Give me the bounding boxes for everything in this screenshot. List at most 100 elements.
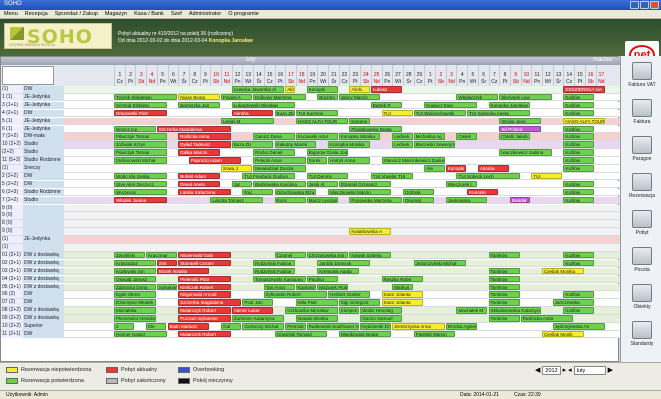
booking-bar[interactable]: Brażinn — [317, 93, 338, 101]
booking-bar[interactable]: Piotr Jan — [242, 299, 274, 306]
day-column-header[interactable]: 11 Pn — [531, 65, 542, 86]
booking-bar[interactable]: Nirgerwald Arnold — [178, 291, 231, 298]
booking-bar[interactable]: Łukaszewski Wiesław — [231, 101, 295, 109]
booking-bar[interactable]: TUI Sobecka Aneta — [467, 109, 531, 117]
booking-bar[interactable]: Pelecki Anna — [253, 157, 306, 164]
booking-bar[interactable]: Kucowski Artur — [295, 133, 338, 140]
day-column-header[interactable]: 13 Wt — [242, 65, 253, 86]
booking-bar[interactable]: HASO ALFA TOUR — [295, 117, 349, 125]
booking-bar[interactable]: Kożłów — [563, 93, 595, 101]
booking-bar[interactable]: Patelski Marcin — [413, 330, 456, 338]
booking-bar[interactable]: Kędzierski Dr — [360, 323, 392, 330]
booking-bar[interactable]: Gal — [221, 323, 242, 330]
booking-bar[interactable]: Orzychowska Elza — [274, 188, 317, 196]
booking-bar[interactable]: Machałek M — [456, 307, 488, 314]
day-column-header[interactable]: 10 Nd — [520, 65, 532, 86]
booking-bar[interactable]: Nowak Monika — [295, 315, 338, 322]
booking-bar[interactable]: Jóźwiak Krzys — [114, 141, 167, 148]
booking-bar[interactable]: Bartoszka Jan — [178, 101, 220, 109]
booking-bar[interactable]: Malarczyk Robert — [178, 330, 231, 338]
booking-bar[interactable]: Pleczewicz Henidor — [114, 315, 156, 322]
day-column-header[interactable]: 1 Cz — [114, 65, 125, 86]
day-column-header[interactable]: 3 Sb — [135, 65, 146, 86]
room-row[interactable]: (1)DW Lewicka Jaworska AlAlicja Konopki Ali… — [1, 86, 620, 94]
booking-bar[interactable]: Pietrzak — [285, 323, 306, 330]
booking-bar[interactable]: Wobc Kle Syska — [114, 172, 167, 180]
booking-bar[interactable]: Włodarczyk — [456, 93, 499, 101]
day-column-header[interactable]: 27 Wt — [392, 65, 403, 86]
booking-bar[interactable]: Marcz Lenzan — [306, 196, 338, 204]
booking-bar[interactable]: Paulina — [306, 275, 338, 283]
day-column-header[interactable]: 7 Śr — [178, 65, 189, 86]
day-column-header[interactable]: 2 Pt — [124, 65, 136, 86]
booking-bar[interactable]: Struka Jane — [499, 117, 541, 125]
booking-bar[interactable]: Kożłów — [563, 307, 595, 314]
booking-bar[interactable]: Wasikowiak Beata — [338, 330, 392, 338]
booking-bar[interactable]: KEDZIERSKA NA — [563, 86, 606, 93]
room-row[interactable]: 10 (2+2) Superior 2 Kle Bialn Mariusz Gal Gors… — [1, 323, 620, 331]
booking-bar[interactable]: Roślicka Anna — [178, 133, 231, 140]
day-column-header[interactable]: 17 Sb — [285, 65, 296, 86]
booking-bar[interactable]: Jańczewska — [552, 299, 595, 306]
day-column-header[interactable]: 13 Śr — [552, 65, 564, 86]
booking-bar[interactable]: Hatryk Anna — [328, 157, 370, 164]
day-column-header[interactable]: 18 Nd — [295, 65, 307, 86]
room-row[interactable]: 2 (2+2) DW Wobc Kle Syska Bufeld Adam TUI Fr… — [1, 172, 620, 181]
menu-item-recepcja[interactable]: Recepcja — [25, 11, 48, 17]
room-row[interactable]: 7 (2+2) DW-mała Pilarczyk Tomas Roślicka An… — [1, 133, 620, 141]
menu-item-administrator[interactable]: Administrator — [189, 11, 221, 17]
room-filter-box[interactable] — [2, 66, 54, 85]
booking-bar[interactable]: TUI Wojciechowski — [413, 109, 467, 117]
booking-bar[interactable]: Paprocki Adam — [188, 157, 242, 164]
day-column-header[interactable]: 4 Nd — [146, 65, 157, 86]
booking-bar[interactable]: Niewiedzial Dorota — [253, 165, 306, 172]
booking-bar[interactable]: Tomków — [488, 291, 520, 298]
booking-bar[interactable]: Gałka Marcin — [178, 149, 220, 156]
booking-bar[interactable]: Wieczorek I — [445, 180, 477, 188]
booking-bar[interactable]: Ganicz Dana — [253, 133, 295, 140]
booking-bar[interactable]: Nigas Beata — [178, 93, 220, 101]
day-column-header[interactable]: 5 Wt — [467, 65, 478, 86]
booking-bar[interactable]: Cieślak Monik — [542, 330, 584, 338]
day-column-header[interactable]: 23 Pt — [349, 65, 360, 86]
booking-bar[interactable]: Skrzypek Lew — [499, 93, 552, 101]
booking-bar[interactable]: Jankowska — [445, 196, 488, 204]
booking-bar[interactable]: Smycz Ice — [114, 125, 156, 132]
room-row[interactable]: 3 (1+1) JE-Jedynka Schmid Elżbieta Bartoszk… — [1, 101, 620, 110]
booking-bar[interactable]: Kożłów — [563, 251, 595, 259]
booking-bar[interactable]: TUI Vogelsr TUI — [370, 172, 413, 180]
booking-bar[interactable]: Bufeld Adam — [178, 172, 220, 180]
booking-bar[interactable]: TUI — [531, 172, 563, 180]
booking-bar[interactable]: Pindakowska Beata — [349, 125, 402, 132]
room-row[interactable]: 9 (0) Kwiatkowska A — [1, 228, 620, 236]
booking-bar[interactable]: Grzbuszko Mirosław — [285, 307, 338, 314]
booking-bar[interactable]: Mazurek Piotr — [317, 283, 349, 290]
day-column-header[interactable]: 3 Nd — [445, 65, 457, 86]
booking-bar[interactable]: Ronc — [274, 196, 306, 204]
booking-bar[interactable]: Kożłów — [563, 196, 595, 204]
booking-bar[interactable]: TUI Kuchnio — [295, 109, 338, 117]
booking-bar[interactable]: Sutor Jolanta — [381, 299, 424, 306]
booking-bar[interactable]: Bogdał — [509, 196, 531, 204]
booking-bar[interactable]: Radkowski Southaven Anne — [306, 323, 360, 330]
booking-bar[interactable]: Bartek R — [370, 101, 402, 109]
month-select[interactable]: luty — [573, 366, 606, 375]
booking-bar[interactable]: Alicki — [349, 86, 370, 93]
booking-bar[interactable]: Tyczyk Sebastian — [114, 93, 178, 101]
booking-bar[interactable]: Okumat — [402, 196, 434, 204]
booking-bar[interactable]: Maczeski Seweryn — [413, 141, 456, 148]
booking-bar[interactable]: Bozek Natalia — [156, 267, 210, 275]
booking-bar[interactable]: TUI Denmy — [306, 172, 349, 180]
day-column-header[interactable]: 12 Pn — [231, 65, 243, 86]
booking-bar[interactable]: Gówiński Tomasz — [274, 330, 327, 338]
booking-bar[interactable]: Kożłów — [563, 291, 595, 298]
booking-bar[interactable]: Cwiek — [456, 133, 477, 140]
room-row[interactable]: 04 (2+1) DW z dostawką Oswald Janusz Pielen… — [1, 275, 620, 284]
menu-item-szef[interactable]: Szef — [171, 11, 182, 17]
booking-bar[interactable]: Markus — [392, 283, 413, 290]
day-column-header[interactable]: 8 Pt — [499, 65, 510, 86]
booking-bar[interactable]: Tan Anna — [263, 283, 295, 290]
booking-bar[interactable]: Egeli Okres — [114, 291, 156, 298]
booking-bar[interactable]: Kożłów — [563, 125, 595, 132]
room-row[interactable]: 11 (5+2) Studio Rodzinne Stefanowski Micha… — [1, 157, 620, 165]
